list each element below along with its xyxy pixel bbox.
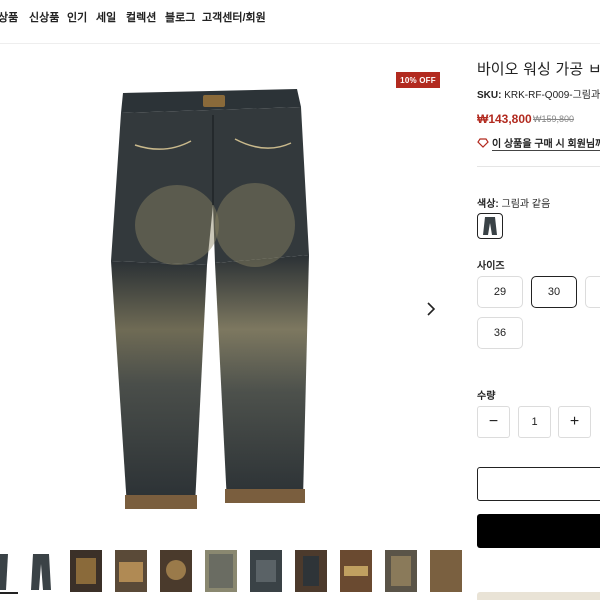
thumbnail-8[interactable]: [295, 550, 327, 592]
thumbnail-1[interactable]: [0, 550, 18, 594]
thumbnail-7[interactable]: [250, 550, 282, 592]
nav-item-new[interactable]: 신상품: [29, 9, 59, 25]
size-label: 사이즈: [477, 261, 505, 272]
product-title: 바이오 워싱 가공 ㅂ: [477, 60, 600, 78]
discount-badge: 10% OFF: [396, 72, 440, 88]
divider: [477, 166, 600, 167]
nav-item-support[interactable]: 고객센터/회원: [202, 9, 266, 25]
thumbnail-6[interactable]: [205, 550, 237, 592]
thumbnail-11[interactable]: [430, 550, 462, 592]
thumbnail-9[interactable]: [340, 550, 372, 592]
sku-value: KRK-RF-Q009-그림과 같: [504, 90, 600, 101]
quantity-label: 수량: [477, 391, 496, 402]
thumbnail-10[interactable]: [385, 550, 417, 592]
buy-now-button[interactable]: [477, 514, 600, 548]
plus-icon: +: [569, 413, 580, 430]
color-swatch[interactable]: [477, 213, 503, 239]
minus-icon: −: [488, 413, 499, 430]
points-text: 이 상품을 구매 시 회원님께: [492, 139, 600, 151]
nav-item-all[interactable]: 상품: [0, 9, 18, 25]
thumbnail-2[interactable]: [25, 550, 57, 592]
sku-label: SKU:: [477, 90, 502, 101]
swatch-jeans-image: [483, 217, 497, 235]
original-price: ₩159,800: [533, 114, 575, 124]
thumbnail-4[interactable]: [115, 550, 147, 592]
bottom-banner: [477, 592, 600, 600]
product-main-image: [111, 89, 309, 509]
size-option-next[interactable]: [585, 276, 600, 308]
sale-price: ₩143,800: [477, 112, 532, 126]
product-info-panel: 바이오 워싱 가공 ㅂ SKU: KRK-RF-Q009-그림과 같 ₩143,…: [477, 50, 600, 600]
diamond-icon: [477, 138, 489, 148]
nav-item-blog[interactable]: 블로그: [165, 9, 195, 25]
color-label: 색상: 그림과 같음: [477, 199, 551, 210]
size-option-29[interactable]: 29: [477, 276, 523, 308]
nav-item-collection[interactable]: 컬렉션: [126, 9, 156, 25]
thumbnail-5[interactable]: [160, 550, 192, 592]
quantity-decrease-button[interactable]: −: [477, 406, 510, 438]
thumbnail-3[interactable]: [70, 550, 102, 592]
nav-item-sale[interactable]: 세일: [96, 9, 116, 25]
sku-line: SKU: KRK-RF-Q009-그림과 같: [477, 86, 600, 101]
nav-item-popular[interactable]: 인기: [67, 9, 87, 25]
top-nav: 상품 신상품 인기 세일 컬렉션 블로그 고객센터/회원: [0, 0, 600, 44]
next-image-button[interactable]: [421, 298, 441, 320]
chevron-right-icon: [427, 302, 436, 316]
quantity-input[interactable]: 1: [518, 406, 551, 438]
quantity-increase-button[interactable]: +: [558, 406, 591, 438]
color-value: 그림과 같음: [501, 199, 551, 210]
size-option-30[interactable]: 30: [531, 276, 577, 308]
thumbnail-strip: [0, 548, 462, 596]
size-option-36[interactable]: 36: [477, 317, 523, 349]
points-info: 이 상품을 구매 시 회원님께: [477, 135, 600, 151]
add-to-cart-button[interactable]: [477, 467, 600, 501]
